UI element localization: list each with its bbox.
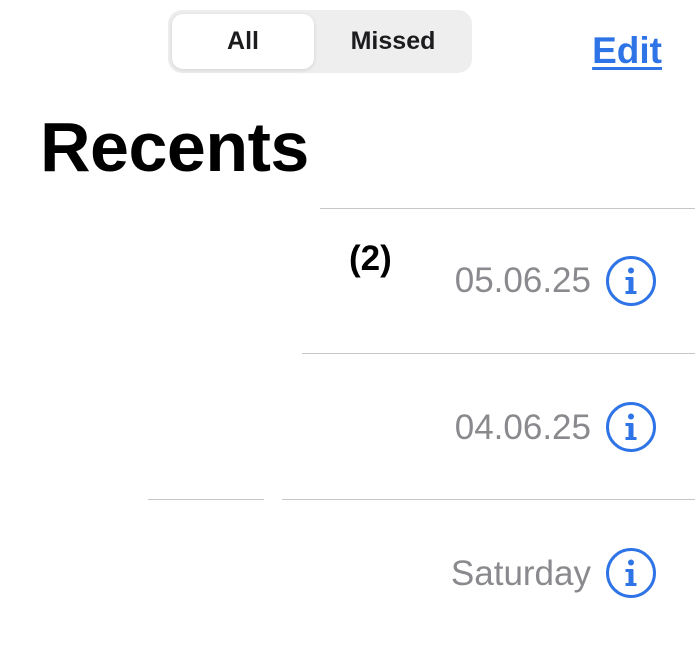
recent-call-row[interactable]: (2) 05.06.25 bbox=[0, 209, 695, 355]
info-glyph bbox=[625, 267, 637, 294]
call-date: 05.06.25 bbox=[454, 261, 591, 300]
recents-list: (2) 05.06.25 04.06.25 Saturday bbox=[0, 0, 695, 635]
call-count: (2) bbox=[349, 239, 392, 278]
recent-call-row[interactable]: Saturday bbox=[0, 500, 695, 646]
info-glyph bbox=[625, 559, 637, 586]
info-icon[interactable] bbox=[606, 402, 656, 452]
info-icon[interactable] bbox=[606, 256, 656, 306]
recent-call-row[interactable]: 04.06.25 bbox=[0, 354, 695, 500]
call-date: 04.06.25 bbox=[454, 408, 591, 447]
info-glyph bbox=[625, 413, 637, 440]
call-date: Saturday bbox=[450, 554, 591, 593]
info-icon[interactable] bbox=[606, 548, 656, 598]
